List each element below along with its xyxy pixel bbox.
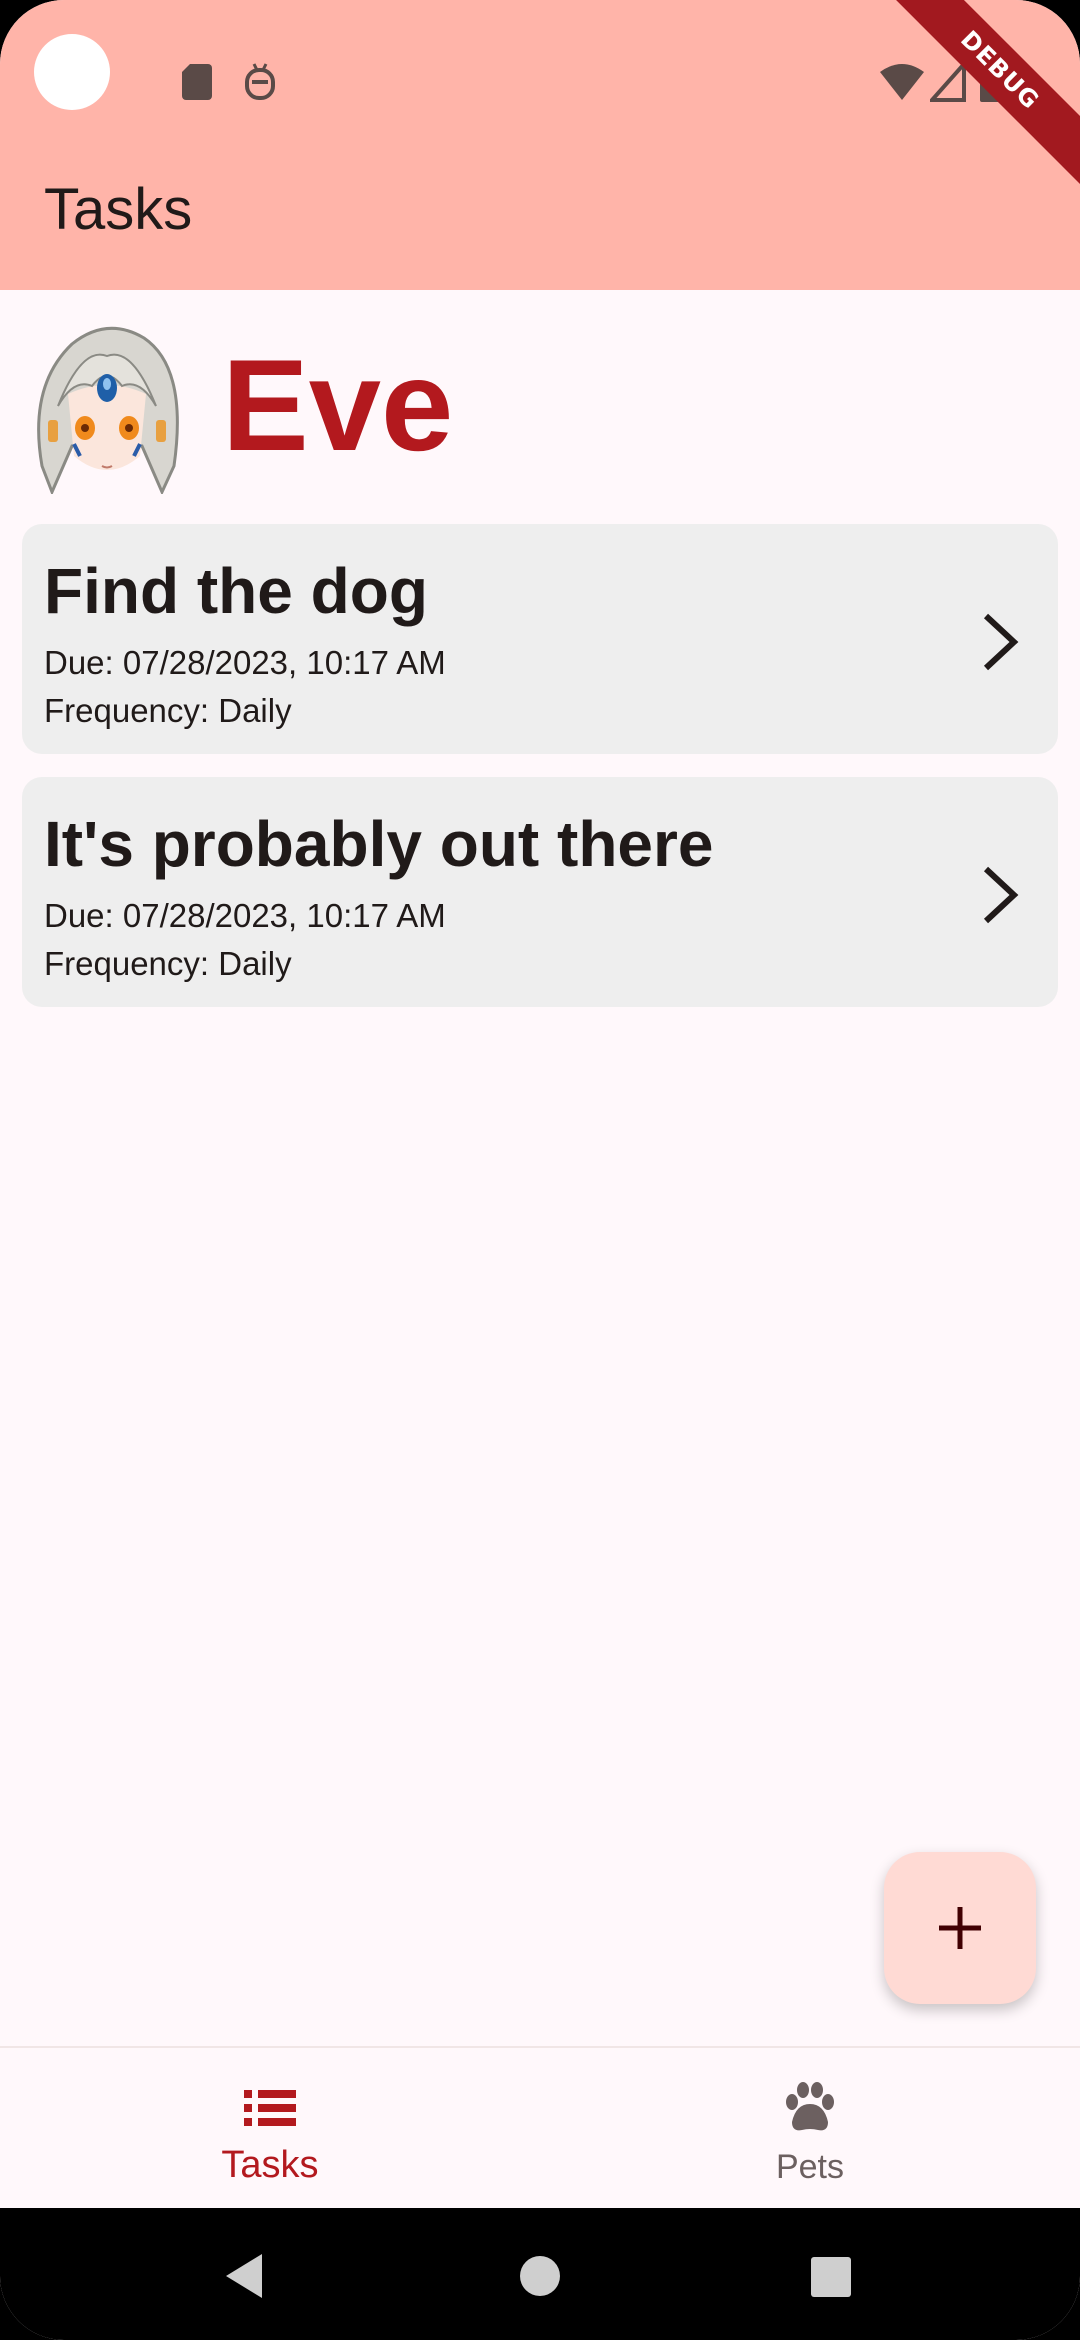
recent-apps-icon[interactable]	[810, 2256, 852, 2298]
list-icon	[244, 2090, 296, 2126]
plus-icon	[939, 1907, 981, 1949]
task-card[interactable]: It's probably out there Due: 07/28/2023,…	[22, 777, 1058, 1007]
nav-tab-tasks[interactable]: Tasks	[0, 2048, 540, 2210]
wifi-icon	[880, 64, 924, 100]
task-card[interactable]: Find the dog Due: 07/28/2023, 10:17 AM F…	[22, 524, 1058, 754]
phone-screen: 18 DEBUG Tasks	[0, 0, 1080, 2340]
paw-icon	[786, 2082, 834, 2131]
bottom-navigation: Tasks Pets	[0, 2046, 1080, 2208]
android-debug-icon	[245, 63, 275, 100]
task-title: It's probably out there	[44, 808, 714, 880]
signal-icon	[930, 62, 966, 102]
task-due-date: Due: 07/28/2023, 10:17 AM	[44, 897, 446, 934]
chevron-right-icon	[983, 613, 1019, 671]
nav-label-pets: Pets	[775, 2148, 845, 2186]
app-bar: 18 DEBUG Tasks	[0, 0, 1080, 290]
task-title: Find the dog	[44, 555, 428, 627]
camera-cutout	[34, 34, 110, 110]
task-frequency: Frequency: Daily	[44, 945, 292, 982]
chevron-right-icon	[983, 866, 1019, 924]
user-avatar	[37, 326, 179, 494]
nav-label-tasks: Tasks	[221, 2144, 319, 2186]
back-icon[interactable]	[222, 2252, 266, 2300]
system-navigation-bar	[0, 2208, 1080, 2340]
user-name: Eve	[222, 332, 454, 478]
page-title: Tasks	[44, 177, 193, 242]
task-frequency: Frequency: Daily	[44, 692, 292, 729]
home-icon[interactable]	[518, 2254, 562, 2298]
add-task-button[interactable]	[884, 1852, 1036, 2004]
nav-tab-pets[interactable]: Pets	[540, 2048, 1080, 2210]
task-due-date: Due: 07/28/2023, 10:17 AM	[44, 644, 446, 681]
sd-card-icon	[182, 64, 212, 100]
